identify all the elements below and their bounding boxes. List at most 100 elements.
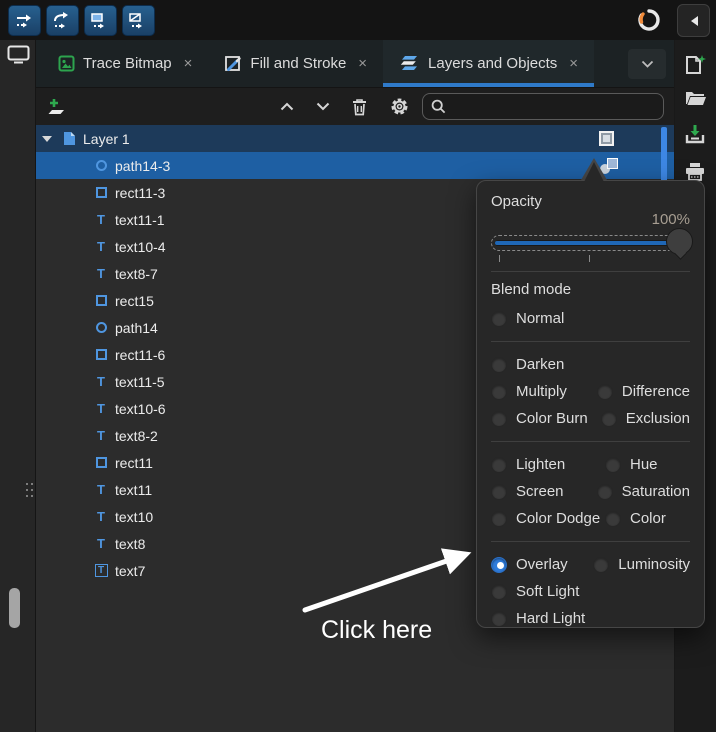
search-icon xyxy=(431,99,446,114)
add-layer-icon xyxy=(48,99,64,114)
divider xyxy=(491,541,690,542)
path-icon xyxy=(92,322,110,333)
blend-option-label: Saturation xyxy=(621,483,690,500)
delete-layer-button[interactable] xyxy=(346,94,372,120)
blend-option-color[interactable]: Color xyxy=(605,510,666,527)
blend-option-label: Color Dodge xyxy=(516,510,601,527)
blend-option-darken[interactable]: Darken xyxy=(491,356,605,373)
layer-row-layer1[interactable]: Layer 1 xyxy=(36,125,674,152)
opacity-value: 100% xyxy=(651,211,690,228)
top-toolbar xyxy=(0,0,716,40)
close-icon[interactable]: × xyxy=(184,55,193,72)
blend-option-hue[interactable]: Hue xyxy=(605,456,658,473)
close-icon[interactable]: × xyxy=(358,55,367,72)
radio-icon[interactable] xyxy=(491,356,507,373)
tab-label: Trace Bitmap xyxy=(83,55,172,72)
blend-option-difference[interactable]: Difference xyxy=(596,383,690,400)
blend-option-multiply[interactable]: Multiply xyxy=(491,383,597,400)
close-icon[interactable]: × xyxy=(569,55,578,72)
tab-fill-and-stroke[interactable]: Fill and Stroke × xyxy=(208,40,383,87)
slider-tick xyxy=(499,255,500,262)
import-icon xyxy=(685,125,705,144)
slider-handle[interactable] xyxy=(666,228,693,255)
open-document-button[interactable] xyxy=(684,88,707,107)
expander-icon[interactable] xyxy=(42,135,52,142)
tab-label: Fill and Stroke xyxy=(250,55,347,72)
blend-option-luminosity[interactable]: Luminosity xyxy=(593,556,690,573)
opacity-slider[interactable] xyxy=(491,228,693,262)
blend-option-normal[interactable]: Normal xyxy=(491,310,605,327)
object-name: rect11-3 xyxy=(115,184,166,201)
arrow-offset-icon-1 xyxy=(16,14,31,27)
blend-option-label: Soft Light xyxy=(516,583,580,600)
search-box[interactable] xyxy=(422,93,664,120)
text-icon: T xyxy=(97,374,105,389)
tab-trace-bitmap[interactable]: Trace Bitmap × xyxy=(42,40,208,87)
blend-option-hard-light[interactable]: Hard Light xyxy=(491,610,605,627)
radio-icon[interactable] xyxy=(605,510,621,527)
object-name: text8-7 xyxy=(115,265,158,282)
blend-option-soft-light[interactable]: Soft Light xyxy=(491,583,605,600)
blend-option-exclusion[interactable]: Exclusion xyxy=(600,410,690,427)
divider xyxy=(491,341,690,342)
radio-icon[interactable] xyxy=(491,510,507,527)
radio-icon[interactable] xyxy=(596,383,613,400)
search-input[interactable] xyxy=(452,98,655,115)
tab-list-dropdown-button[interactable] xyxy=(628,48,666,79)
blend-option-screen[interactable]: Screen xyxy=(491,483,597,500)
left-scrollbar-thumb[interactable] xyxy=(9,588,20,628)
object-name: text10-6 xyxy=(115,400,166,417)
blend-option-overlay[interactable]: Overlay xyxy=(491,556,593,573)
arrow-offset-button-1[interactable] xyxy=(8,5,41,36)
blend-option-color-dodge[interactable]: Color Dodge xyxy=(491,510,605,527)
blend-option-label: Difference xyxy=(621,383,690,400)
arrow-offset-button-2[interactable] xyxy=(46,5,79,36)
annotation-text: Click here xyxy=(321,616,433,644)
grip-dots-icon[interactable] xyxy=(26,483,34,499)
add-layer-button[interactable] xyxy=(44,94,70,120)
radio-icon[interactable] xyxy=(605,456,621,473)
move-up-button[interactable] xyxy=(274,94,300,120)
radio-icon[interactable] xyxy=(600,410,617,427)
fill-stroke-icon xyxy=(225,55,242,71)
radio-icon[interactable] xyxy=(491,383,507,400)
radio-icon[interactable] xyxy=(491,483,507,500)
blend-option-label: Color xyxy=(630,510,666,527)
layer-name: Layer 1 xyxy=(83,130,130,147)
layer-icon xyxy=(60,131,78,146)
move-down-button[interactable] xyxy=(310,94,336,120)
object-name: text10-4 xyxy=(115,238,166,255)
blend-option-saturation[interactable]: Saturation xyxy=(596,483,690,500)
divider xyxy=(491,271,690,272)
tab-layers-and-objects[interactable]: Layers and Objects × xyxy=(383,40,595,87)
blend-option-lighten[interactable]: Lighten xyxy=(491,456,605,473)
layers-toolbar xyxy=(36,88,674,125)
blend-option-color-burn[interactable]: Color Burn xyxy=(491,410,601,427)
radio-icon[interactable] xyxy=(593,556,610,573)
radio-icon[interactable] xyxy=(491,410,507,427)
move-down-icon xyxy=(316,102,330,111)
arrow-offset-button-3[interactable] xyxy=(84,5,117,36)
object-name: text8 xyxy=(115,535,146,552)
settings-button[interactable] xyxy=(386,94,412,120)
new-document-button[interactable] xyxy=(684,54,706,76)
radio-icon[interactable] xyxy=(491,456,507,473)
radio-icon[interactable] xyxy=(491,310,507,327)
arrow-offset-button-4[interactable] xyxy=(122,5,155,36)
sync-icon xyxy=(636,7,662,33)
monitor-icon[interactable] xyxy=(7,45,31,65)
object-row-path14-3[interactable]: path14-3 xyxy=(36,152,674,179)
blend-option-label: Overlay xyxy=(516,556,568,573)
radio-icon[interactable] xyxy=(596,483,613,500)
new-document-icon xyxy=(686,55,706,74)
import-button[interactable] xyxy=(684,124,706,144)
collapse-panel-button[interactable] xyxy=(677,4,710,37)
list-scrollbar-thumb[interactable] xyxy=(661,127,667,183)
divider xyxy=(491,441,690,442)
blend-indicator-icon[interactable] xyxy=(599,131,614,146)
blend-option-label: Screen xyxy=(516,483,564,500)
print-button[interactable] xyxy=(684,162,706,181)
object-name: path14-3 xyxy=(115,157,171,174)
blend-option-label: Color Burn xyxy=(516,410,588,427)
object-name: rect15 xyxy=(115,292,154,309)
